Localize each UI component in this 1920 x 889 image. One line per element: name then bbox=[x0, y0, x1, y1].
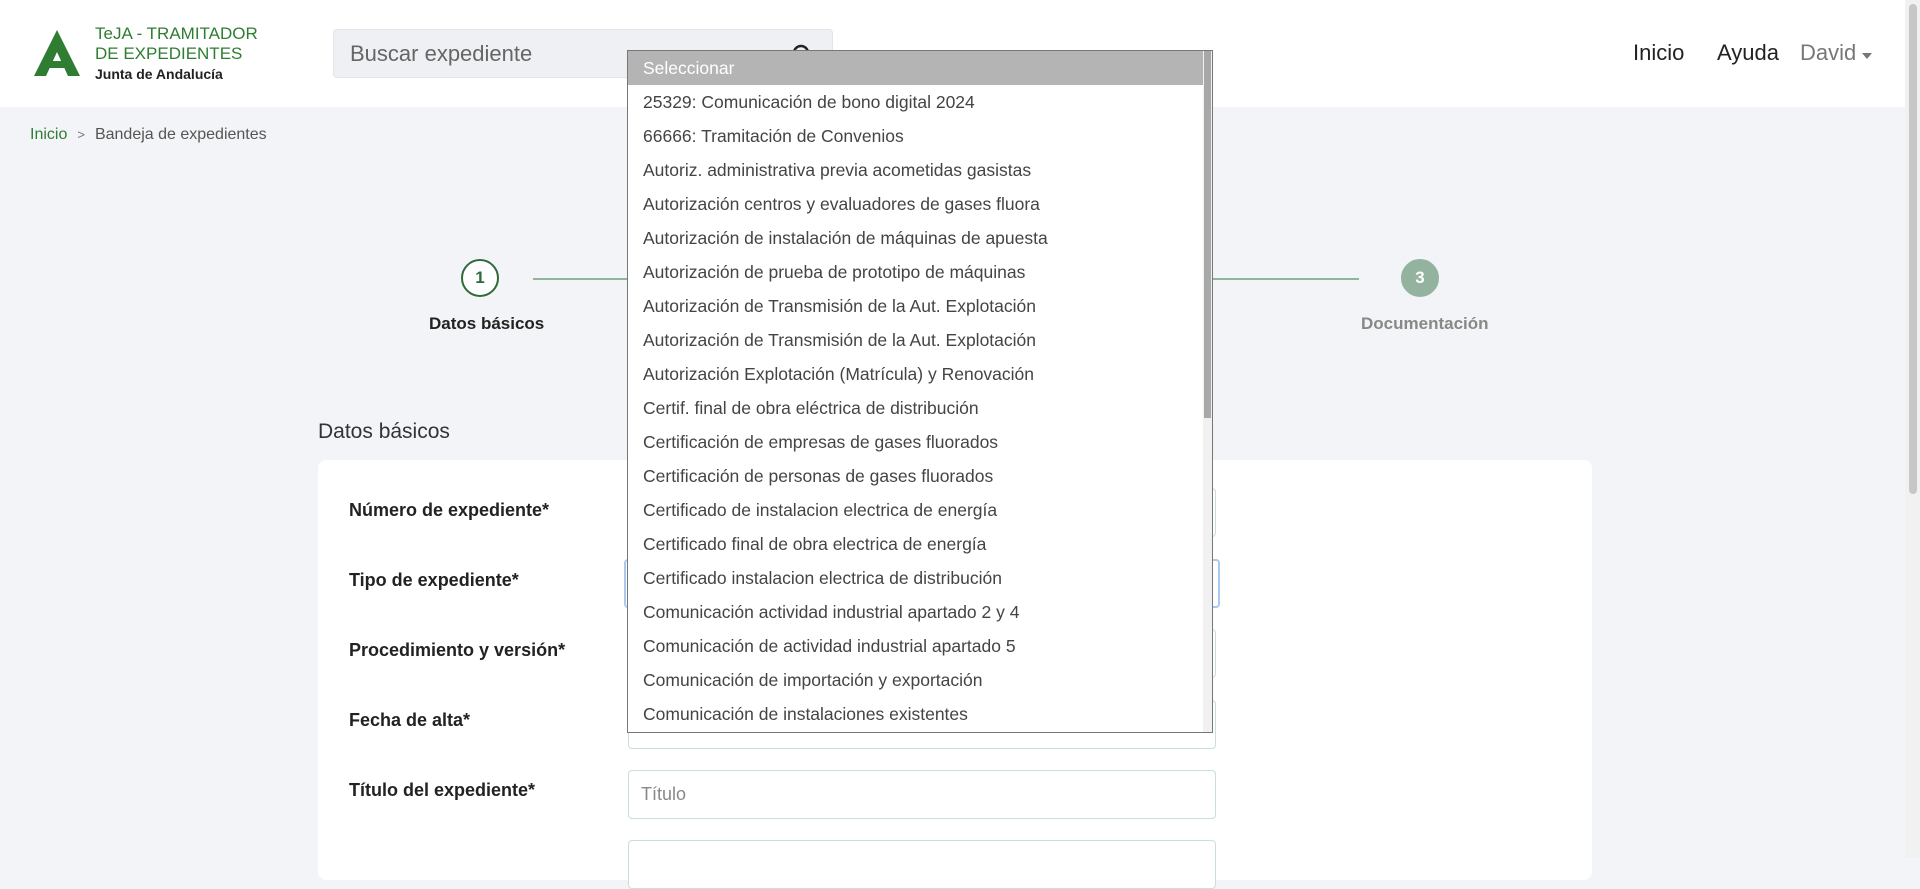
dropdown-options: Seleccionar 25329: Comunicación de bono d… bbox=[628, 51, 1204, 731]
dropdown-option[interactable]: Certificado final de obra electrica de e… bbox=[628, 527, 1204, 561]
dropdown-scrollbar-thumb[interactable] bbox=[1204, 51, 1211, 418]
section-title: Datos básicos bbox=[318, 420, 450, 443]
step-connector bbox=[533, 278, 628, 280]
page-scrollbar[interactable] bbox=[1905, 0, 1920, 857]
dropdown-option[interactable]: Certificado de instalacion electrica de … bbox=[628, 493, 1204, 527]
step-connector bbox=[1213, 278, 1359, 280]
dropdown-option[interactable]: Autorización de Transmisión de la Aut. E… bbox=[628, 289, 1204, 323]
titulo-input[interactable] bbox=[629, 771, 1215, 818]
nav-home-link[interactable]: Inicio bbox=[1633, 40, 1684, 66]
dropdown-option[interactable]: Autorización de instalación de máquinas … bbox=[628, 221, 1204, 255]
organization-name: Junta de Andalucía bbox=[95, 66, 223, 82]
dropdown-option[interactable]: Certificación de empresas de gases fluor… bbox=[628, 425, 1204, 459]
dropdown-option[interactable]: Autorización de Transmisión de la Aut. E… bbox=[628, 323, 1204, 357]
numero-expediente-label: Número de expediente* bbox=[349, 500, 550, 520]
dropdown-option[interactable]: Autorización de prueba de prototipo de m… bbox=[628, 255, 1204, 289]
tipo-expediente-dropdown[interactable]: Seleccionar 25329: Comunicación de bono d… bbox=[627, 50, 1213, 733]
chevron-down-icon[interactable] bbox=[1862, 53, 1872, 59]
step-3-indicator[interactable]: 3 bbox=[1401, 259, 1439, 297]
dropdown-scrollbar[interactable] bbox=[1203, 51, 1212, 732]
procedimiento-label: Procedimiento y versión* bbox=[349, 640, 566, 660]
titulo-label: Título del expediente* bbox=[349, 780, 536, 800]
step-1-label: Datos básicos bbox=[429, 314, 545, 333]
breadcrumb-home-link[interactable]: Inicio bbox=[30, 126, 67, 143]
dropdown-option[interactable]: Certif. final de obra eléctrica de distr… bbox=[628, 391, 1204, 425]
dropdown-option[interactable]: Autorización Explotación (Matrícula) y R… bbox=[628, 357, 1204, 391]
titulo-field bbox=[628, 770, 1216, 819]
tipo-expediente-label: Tipo de expediente* bbox=[349, 570, 519, 590]
breadcrumb-separator: > bbox=[77, 127, 85, 142]
dropdown-option[interactable]: Autoriz. administrativa previa acometida… bbox=[628, 153, 1204, 187]
breadcrumb-current: Bandeja de expedientes bbox=[94, 126, 267, 143]
observaciones-field[interactable] bbox=[628, 840, 1216, 889]
dropdown-option[interactable]: Autorización centros y evaluadores de ga… bbox=[628, 187, 1204, 221]
dropdown-option[interactable]: Comunicación de actividad industrial apa… bbox=[628, 629, 1204, 663]
dropdown-option[interactable]: Comunicación de importación y exportació… bbox=[628, 663, 1204, 697]
nav-help-link[interactable]: Ayuda bbox=[1717, 40, 1779, 66]
dropdown-option[interactable]: Comunicación actividad industrial aparta… bbox=[628, 595, 1204, 629]
dropdown-option-placeholder[interactable]: Seleccionar bbox=[628, 51, 1204, 85]
dropdown-option[interactable]: 66666: Tramitación de Convenios bbox=[628, 119, 1204, 153]
junta-andalucia-logo-icon[interactable] bbox=[30, 28, 84, 78]
fecha-alta-label: Fecha de alta* bbox=[349, 710, 471, 730]
dropdown-option[interactable]: Certificación de personas de gases fluor… bbox=[628, 459, 1204, 493]
dropdown-option[interactable]: Certificado instalacion electrica de dis… bbox=[628, 561, 1204, 595]
dropdown-option[interactable]: Comunicación de instalaciones existentes bbox=[628, 697, 1204, 731]
dropdown-option[interactable]: 25329: Comunicación de bono digital 2024 bbox=[628, 85, 1204, 119]
app-title: TeJA - TRAMITADOR DE EXPEDIENTES bbox=[95, 24, 258, 63]
breadcrumb: Inicio > Bandeja de expedientes bbox=[30, 126, 267, 144]
user-menu[interactable]: David bbox=[1800, 40, 1856, 66]
page-scrollbar-thumb[interactable] bbox=[1909, 4, 1917, 494]
step-1-indicator[interactable]: 1 bbox=[461, 259, 499, 297]
step-3-label: Documentación bbox=[1361, 314, 1489, 333]
